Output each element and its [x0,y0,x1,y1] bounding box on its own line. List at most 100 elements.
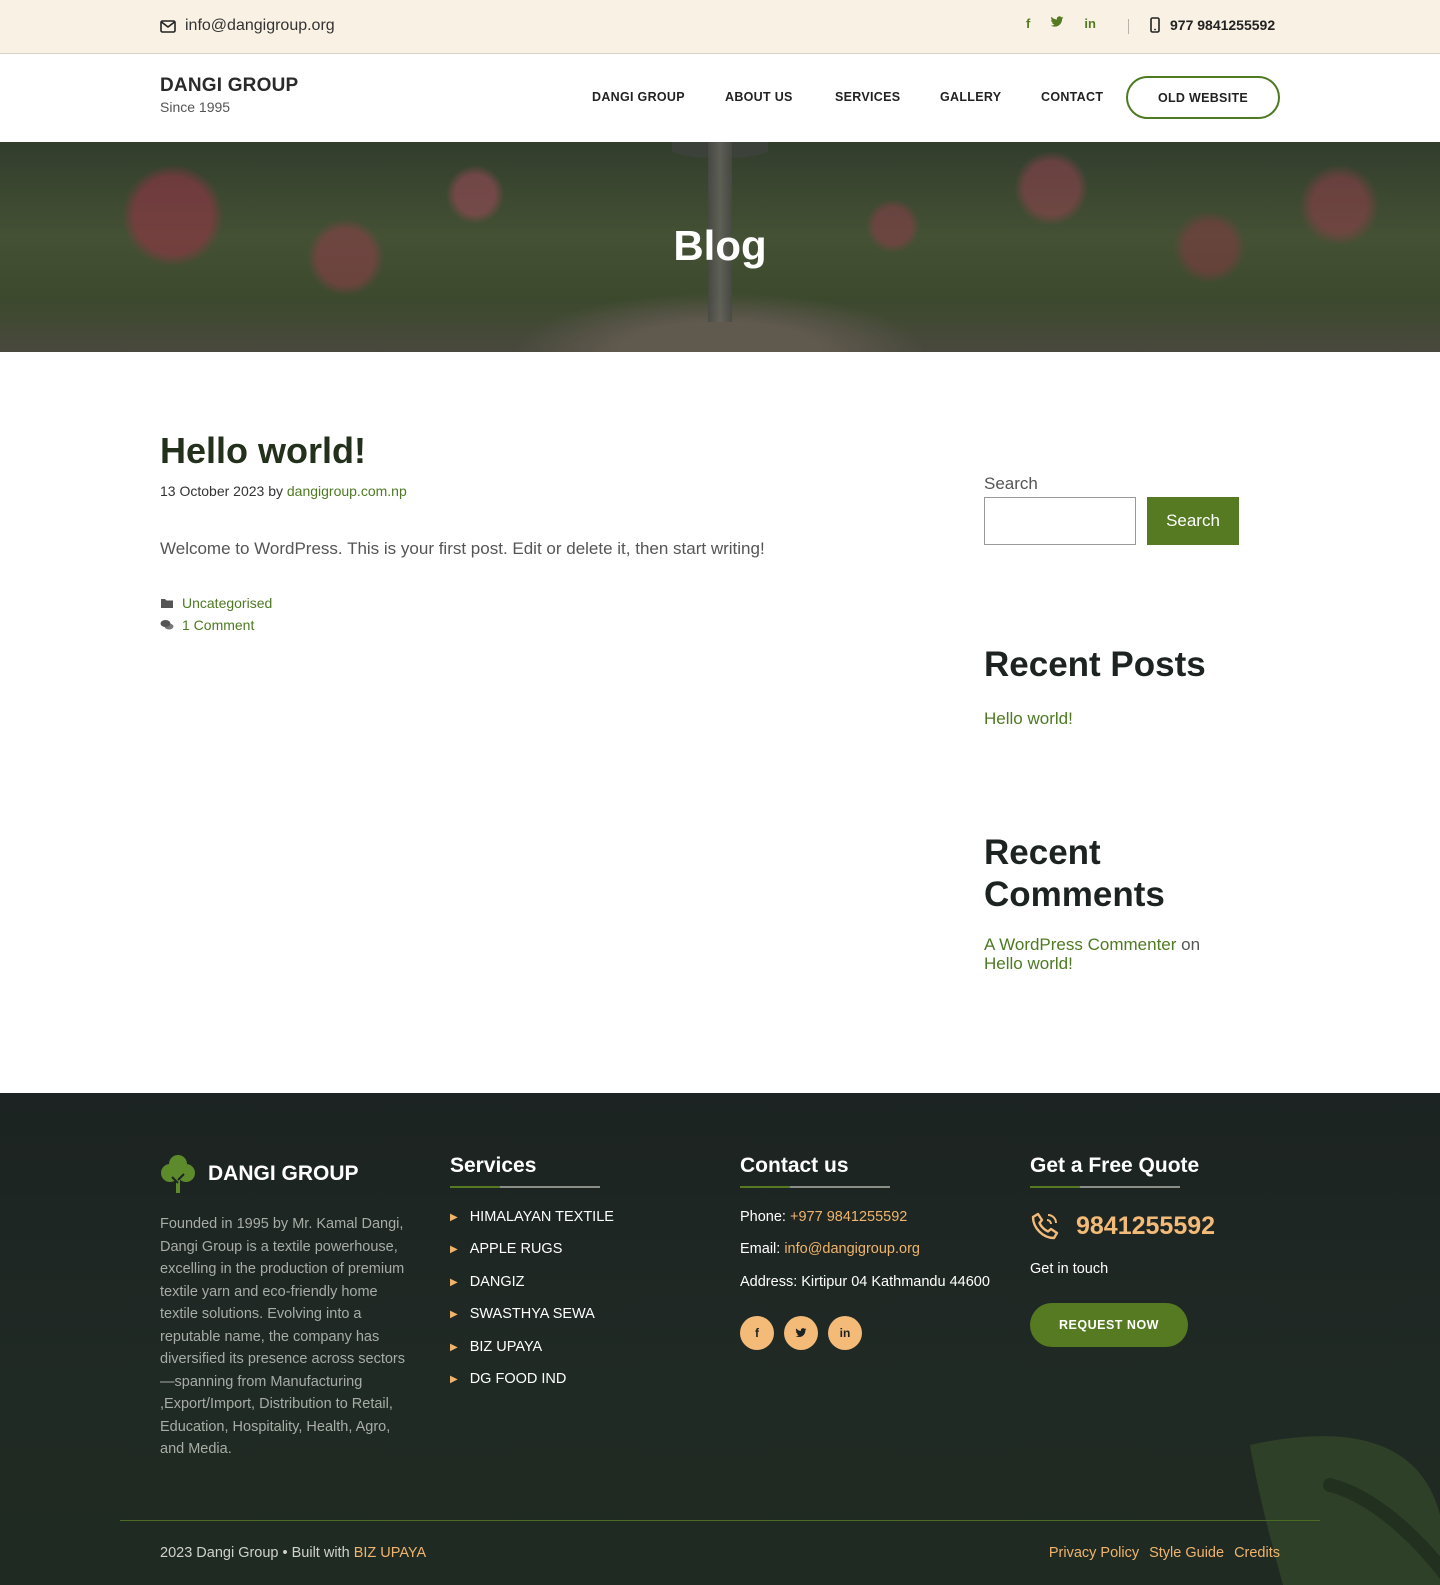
footer-address-label: Address: [740,1274,798,1290]
nav-contact[interactable]: CONTACT [1041,90,1103,104]
builder-link[interactable]: BIZ UPAYA [354,1545,427,1561]
twitter-icon[interactable] [1050,16,1064,31]
post-by: by [268,483,283,499]
post-meta: 13 October 2023 by dangigroup.com.np [160,483,407,499]
caret-right-icon: ▶ [450,1308,458,1320]
linkedin-icon[interactable]: in [828,1316,862,1350]
nav-dangi-group[interactable]: DANGI GROUP [592,90,685,104]
recent-comments-title-line2: Comments [984,875,1165,914]
comment-on-text: on [1181,935,1201,954]
footer-links: Privacy Policy Style Guide Credits [1049,1545,1280,1561]
twitter-icon[interactable] [784,1316,818,1350]
site-brand[interactable]: DANGI GROUP Since 1995 [160,75,298,115]
folder-icon [161,599,173,608]
site-tagline: Since 1995 [160,99,231,115]
search-button[interactable]: Search [1147,497,1239,545]
footer-service-label: SWASTHYA SEWA [469,1306,595,1322]
footer-phone-link[interactable]: +977 9841255592 [790,1209,907,1225]
linkedin-icon[interactable]: in [1084,16,1096,31]
nav-gallery[interactable]: GALLERY [940,90,1001,104]
footer-about-text: Founded in 1995 by Mr. Kamal Dangi, Dang… [160,1216,405,1457]
post-title[interactable]: Hello world! [160,430,366,472]
recent-comment-item: A WordPress Commenter on Hello world! [984,935,1234,973]
site-title: DANGI GROUP [160,75,299,96]
footer-brand[interactable]: DANGI GROUP [160,1153,359,1195]
footer-quote-subtitle: Get in touch [1030,1261,1109,1277]
site-header: DANGI GROUP Since 1995 DANGI GROUP ABOUT… [0,55,1440,142]
recent-post-link[interactable]: Hello world! [984,709,1234,728]
caret-right-icon: ▶ [450,1243,458,1255]
footer-service-item[interactable]: ▶ APPLE RUGS [450,1241,562,1257]
search-input[interactable] [984,497,1136,545]
tree-logo-icon [161,1155,195,1193]
nav-about-us[interactable]: ABOUT US [725,90,793,104]
footer-copyright: 2023 Dangi Group • Built with BIZ UPAYA [160,1545,426,1561]
comments-icon [160,620,174,630]
footer-service-label: DANGIZ [469,1274,525,1290]
caret-right-icon: ▶ [450,1341,458,1353]
privacy-policy-link[interactable]: Privacy Policy [1049,1545,1139,1561]
comment-post-link[interactable]: Hello world! [984,954,1073,973]
post-author-link[interactable]: dangigroup.com.np [287,483,407,499]
copyright-text: 2023 Dangi Group • Built with [160,1545,350,1561]
caret-right-icon: ▶ [450,1211,458,1223]
footer-address: Address: Kirtipur 04 Kathmandu 44600 [740,1274,990,1290]
post-category-link[interactable]: Uncategorised [182,595,272,611]
request-now-button[interactable]: REQUEST NOW [1030,1303,1188,1347]
caret-right-icon: ▶ [450,1373,458,1385]
footer-contact-title: Contact us [740,1154,849,1177]
footer-quote-underline [1030,1186,1180,1188]
leaf-decoration [1250,1436,1440,1585]
site-footer: DANGI GROUP Founded in 1995 by Mr. Kamal… [0,1093,1440,1585]
post-content: Welcome to WordPress. This is your first… [160,539,765,558]
credits-link[interactable]: Credits [1234,1545,1280,1561]
search-label: Search [984,474,1038,493]
footer-service-item[interactable]: ▶ DG FOOD IND [450,1371,566,1387]
footer-quote-title: Get a Free Quote [1030,1154,1200,1177]
topbar-socials: f in [1026,16,1096,31]
footer-service-item[interactable]: ▶ HIMALAYAN TEXTILE [450,1209,614,1225]
footer-service-label: DG FOOD IND [469,1371,567,1387]
footer-services-underline [450,1186,600,1188]
recent-comments-title: Recent Comments [984,832,1165,916]
footer-quote-phone[interactable]: 9841255592 [1030,1211,1215,1241]
footer-email-link[interactable]: info@dangigroup.org [784,1241,920,1257]
style-guide-link[interactable]: Style Guide [1149,1545,1224,1561]
footer-brand-name: DANGI GROUP [208,1162,359,1185]
phone-call-icon [1031,1212,1059,1240]
comment-author-link[interactable]: A WordPress Commenter [984,935,1176,954]
caret-right-icon: ▶ [450,1276,458,1288]
post-footer-meta: Uncategorised 1 Comment [160,592,272,636]
envelope-icon [160,19,176,33]
footer-contact-underline [740,1186,890,1188]
page-hero: Blog [0,142,1440,352]
recent-posts-title: Recent Posts [984,645,1206,684]
footer-services-title: Services [450,1154,537,1177]
footer-phone: Phone: +977 9841255592 [740,1209,907,1225]
post-date[interactable]: 13 October 2023 [160,483,264,499]
footer-socials: f in [740,1316,862,1350]
footer-service-item[interactable]: ▶ DANGIZ [450,1274,524,1290]
footer-service-label: HIMALAYAN TEXTILE [469,1209,614,1225]
recent-comments-title-line1: Recent [984,833,1101,872]
footer-service-item[interactable]: ▶ BIZ UPAYA [450,1339,542,1355]
footer-divider [120,1520,1320,1521]
footer-service-label: BIZ UPAYA [469,1339,543,1355]
nav-services[interactable]: SERVICES [835,90,900,104]
footer-service-item[interactable]: ▶ SWASTHYA SEWA [450,1306,595,1322]
footer-address-value: Kirtipur 04 Kathmandu 44600 [801,1274,990,1290]
topbar-email[interactable]: info@dangigroup.org [160,17,335,35]
post-comments-link[interactable]: 1 Comment [182,617,254,633]
facebook-icon[interactable]: f [1026,16,1030,31]
footer-email: Email: info@dangigroup.org [740,1241,920,1257]
old-website-button[interactable]: OLD WEBSITE [1126,76,1280,119]
topbar-phone[interactable]: 977 9841255592 [1150,17,1275,33]
mobile-phone-icon [1150,17,1160,33]
page-title: Blog [673,222,767,269]
facebook-icon[interactable]: f [740,1316,774,1350]
topbar-phone-text: 977 9841255592 [1170,17,1276,33]
footer-email-label: Email: [740,1241,781,1257]
topbar-divider [1128,19,1129,34]
footer-phone-label: Phone: [740,1209,786,1225]
topbar-email-text: info@dangigroup.org [185,17,335,34]
